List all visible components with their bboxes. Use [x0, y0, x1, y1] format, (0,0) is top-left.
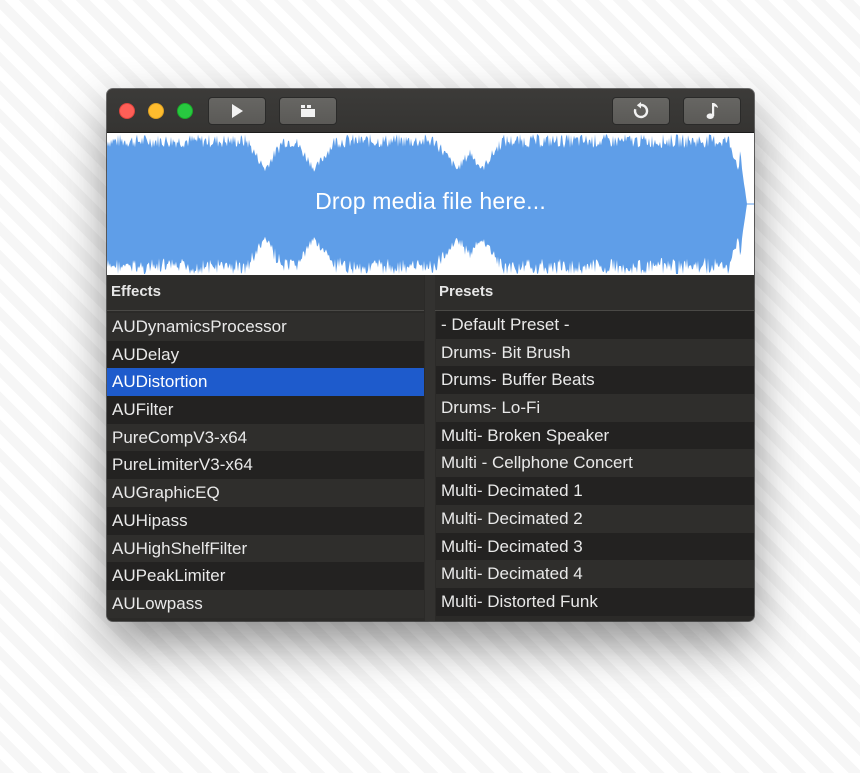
presets-list: - Default Preset - Drums- Bit Brush Drum…: [436, 311, 754, 616]
effect-item[interactable]: PureLimiterV3-x64: [107, 451, 424, 480]
effect-item[interactable]: AUDistortion: [107, 368, 424, 397]
preset-item[interactable]: Drums- Buffer Beats: [436, 366, 754, 395]
effect-item[interactable]: AUFilter: [107, 396, 424, 424]
preset-item[interactable]: - Default Preset -: [436, 311, 754, 339]
preset-item[interactable]: Multi- Decimated 3: [436, 532, 754, 561]
effect-item[interactable]: AUDynamicsProcessor: [107, 313, 424, 341]
close-window-button[interactable]: [119, 103, 135, 119]
effects-list: AUDynamicsProcessor AUDelay AUDistortion…: [107, 313, 424, 618]
effect-item[interactable]: AUGraphicEQ: [107, 479, 424, 507]
preset-item[interactable]: Multi- Decimated 4: [436, 560, 754, 588]
effects-presets-panel: Effects Presets AUDynamicsProcessor AUDe…: [107, 275, 754, 621]
play-button[interactable]: [208, 97, 266, 125]
effect-item[interactable]: AUPeakLimiter: [107, 562, 424, 590]
app-window: Drop media file here... Effects Presets …: [107, 89, 754, 621]
preset-item[interactable]: Drums- Bit Brush: [436, 338, 754, 367]
minimize-window-button[interactable]: [148, 103, 164, 119]
zoom-window-button[interactable]: [177, 103, 193, 119]
preset-item[interactable]: Multi- Distorted Funk: [436, 587, 754, 616]
clapper-icon: [301, 105, 315, 117]
presets-column-header: Presets: [435, 275, 754, 311]
effect-item[interactable]: AUHighShelfFilter: [107, 534, 424, 563]
music-button[interactable]: [683, 97, 741, 125]
music-note-icon: [706, 103, 718, 119]
column-divider: [425, 275, 435, 621]
clip-button[interactable]: [279, 97, 337, 125]
titlebar: [107, 89, 754, 133]
loop-icon: [633, 102, 649, 119]
effect-item[interactable]: AUHipass: [107, 506, 424, 535]
preset-item[interactable]: Drums- Lo-Fi: [436, 394, 754, 422]
preset-item[interactable]: Multi - Cellphone Concert: [436, 449, 754, 478]
play-icon: [232, 104, 243, 118]
waveform-drop-zone[interactable]: Drop media file here...: [107, 133, 754, 275]
effect-item[interactable]: AUDelay: [107, 340, 424, 369]
preset-item[interactable]: Multi- Decimated 2: [436, 504, 754, 533]
preset-item[interactable]: Multi- Decimated 1: [436, 477, 754, 505]
preset-item[interactable]: Multi- Broken Speaker: [436, 421, 754, 450]
loop-button[interactable]: [612, 97, 670, 125]
drop-media-label: Drop media file here...: [315, 188, 546, 214]
effect-item[interactable]: AULowpass: [107, 589, 424, 618]
effect-item[interactable]: PureCompV3-x64: [107, 423, 424, 452]
effects-column-header: Effects: [107, 275, 424, 311]
